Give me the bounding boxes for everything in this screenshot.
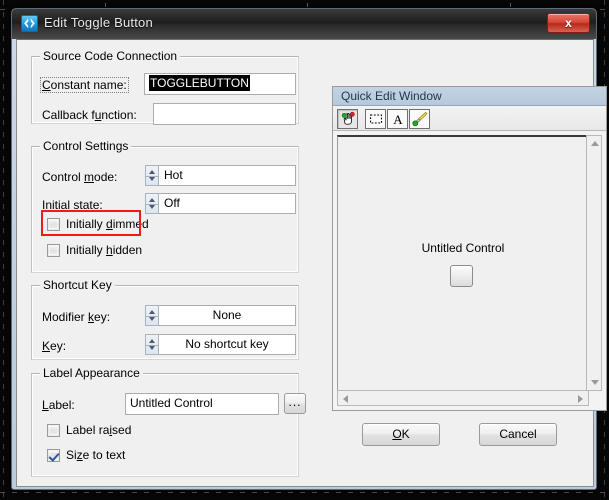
code-brackets-icon [21,15,38,32]
paintbrush-icon[interactable] [409,108,430,129]
initially-dimmed-checkbox[interactable]: Initially dimmed [47,217,149,231]
group-legend-label-appearance: Label Appearance [40,366,143,380]
dialog-client-area: Source Code Connection Constant name: TO… [16,39,607,487]
ok-button[interactable]: OK [362,423,440,446]
canvas-toggle-button-control[interactable] [450,265,473,287]
quick-edit-window-toolbar: A [333,107,606,131]
spin-up-icon[interactable] [149,198,155,202]
pointer-hand-icon[interactable] [337,108,358,129]
desktop-grid-tick [510,3,511,7]
label-browse-button[interactable]: ... [284,393,306,414]
callback-function-input[interactable] [153,103,296,125]
desktop-grid-tick [307,3,308,7]
label-raised-label: Label raised [66,423,132,437]
svg-text:A: A [393,112,403,127]
cancel-button[interactable]: Cancel [479,423,557,446]
modifier-key-spin-buttons[interactable] [145,305,159,326]
constant-name-input[interactable]: TOGGLEBUTTON [144,73,296,95]
desktop-grid-tick [105,3,106,7]
key-spinner[interactable]: No shortcut key [145,334,296,355]
initially-hidden-checkbox[interactable]: Initially hidden [47,243,142,257]
spin-up-icon[interactable] [149,339,155,343]
initial-state-spinner[interactable]: Off [145,193,296,214]
spin-up-icon[interactable] [149,170,155,174]
label-raised-checkbox[interactable]: Label raised [47,423,131,437]
group-legend-shortcut-key: Shortcut Key [40,278,115,292]
checkbox-checked-icon[interactable] [47,448,60,462]
initially-hidden-label: Initially hidden [66,243,143,257]
size-to-text-label: Size to text [66,448,126,462]
spin-down-icon[interactable] [149,346,155,350]
checkbox-box-icon[interactable] [47,423,60,437]
initially-dimmed-label: Initially dimmed [66,217,149,231]
scroll-up-icon[interactable] [591,141,599,146]
scroll-left-icon[interactable] [343,395,348,403]
modifier-key-value[interactable]: None [159,305,296,326]
group-legend-source-code-connection: Source Code Connection [40,49,181,63]
desktop-grid-line-left [3,0,4,500]
key-spin-buttons[interactable] [145,334,159,355]
size-to-text-checkbox[interactable]: Size to text [47,448,125,462]
canvas-vertical-scrollbar[interactable] [586,135,602,391]
desktop-grid-line-bottom [0,492,609,493]
edit-toggle-button-dialog: Edit Toggle Button x Source Code Connect… [11,8,607,490]
canvas-control-label: Untitled Control [421,241,505,255]
initial-state-spin-buttons[interactable] [145,193,159,214]
constant-name-label: Constant name: [40,77,129,93]
control-mode-value[interactable]: Hot [159,165,296,186]
modifier-key-spinner[interactable]: None [145,305,296,326]
constant-name-value: TOGGLEBUTTON [149,75,250,91]
checkbox-box-icon[interactable] [47,217,60,231]
close-button[interactable]: x [547,13,590,33]
select-rectangle-icon[interactable] [365,108,386,129]
quick-edit-window-title: Quick Edit Window [333,87,606,106]
quick-edit-window-panel: Quick Edit Window A Untitled Control [332,86,607,411]
text-tool-icon[interactable]: A [387,108,408,129]
control-mode-spinner[interactable]: Hot [145,165,296,186]
spin-down-icon[interactable] [149,205,155,209]
group-legend-control-settings: Control Settings [40,139,132,153]
initial-state-value[interactable]: Off [159,193,296,214]
key-value[interactable]: No shortcut key [159,334,296,355]
spin-down-icon[interactable] [149,317,155,321]
checkbox-box-icon[interactable] [47,243,60,257]
control-mode-spin-buttons[interactable] [145,165,159,186]
control-mode-label: Control mode: [42,170,118,184]
quick-edit-canvas[interactable]: Untitled Control [337,135,589,391]
spin-down-icon[interactable] [149,177,155,181]
initial-state-label: Initial state: [42,198,103,212]
label-text-input[interactable]: Untitled Control [125,393,279,415]
scroll-right-icon[interactable] [578,395,583,403]
scroll-down-icon[interactable] [591,380,599,385]
callback-function-label: Callback function: [42,108,137,122]
spin-up-icon[interactable] [149,310,155,314]
dialog-titlebar[interactable]: Edit Toggle Button x [12,9,596,39]
modifier-key-label: Modifier key: [42,310,111,324]
key-label: Key: [42,339,67,353]
canvas-horizontal-scrollbar[interactable] [337,390,589,406]
close-icon: x [565,16,572,30]
dialog-title: Edit Toggle Button [44,15,153,30]
label-field-label: Label: [42,398,75,412]
